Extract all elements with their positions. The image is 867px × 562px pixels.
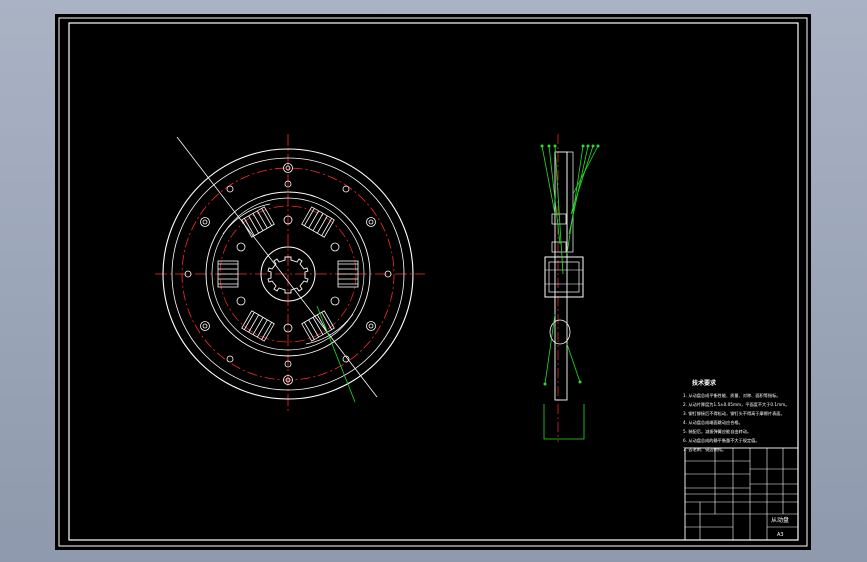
- rivet-hole: [200, 321, 210, 331]
- leader-line: [570, 145, 594, 215]
- rivet-hole: [366, 217, 376, 227]
- leader-line: [316, 305, 356, 403]
- callout-dot: [543, 382, 547, 386]
- rivet-hole: [342, 185, 350, 193]
- rivet-hole: [366, 321, 376, 331]
- rivet-hole: [368, 323, 374, 329]
- friction-lining: [566, 151, 574, 253]
- tech-req-title: 技术要求: [692, 379, 717, 387]
- callout-leaders: [541, 145, 599, 440]
- drawing-frame: [68, 22, 799, 541]
- disc-plate: [554, 151, 568, 401]
- hub-rivet: [330, 242, 340, 252]
- spring-window: [217, 260, 239, 288]
- callout-dot: [540, 144, 544, 148]
- leader-line: [566, 145, 584, 255]
- tech-req-line: 6. 从动盘总成的静平衡量不大于规定值。: [683, 437, 760, 444]
- spring-window: [301, 206, 335, 238]
- callout-dot: [586, 144, 590, 148]
- tech-req-line: 5. 装配后，减振弹簧应能自由转动。: [683, 428, 751, 435]
- callout-dot: [591, 144, 595, 148]
- callout-dot: [596, 144, 600, 148]
- rivet-hole: [202, 323, 208, 329]
- tech-req-line: 3. 铆钉铆接后不得松动，铆钉头不得高于摩擦片表面。: [683, 410, 785, 417]
- technical-requirements: 技术要求 1. 从动盘总成平衡性能、质量、对称、面积等指标。 2. 从动片厚度为…: [683, 379, 789, 453]
- rivet-hole: [368, 219, 374, 225]
- tech-req-line: 7. 去毛刺、锐边倒钝。: [683, 446, 726, 453]
- callout-dot: [581, 144, 585, 148]
- rivet-hole: [226, 185, 234, 193]
- sheet-size: A3: [777, 532, 784, 538]
- tech-req-line: 1. 从动盘总成平衡性能、质量、对称、面积等指标。: [683, 392, 780, 399]
- spring-window: [241, 310, 275, 342]
- section-line: [176, 136, 378, 398]
- title-block: [684, 447, 799, 541]
- tech-req-line: 2. 从动片厚度为1.5±0.05mm，平面度不大于0.1mm。: [683, 401, 789, 408]
- front-view-clutch-disc: [155, 134, 425, 414]
- rivet-hole: [202, 219, 208, 225]
- rivet-hole: [200, 217, 210, 227]
- cad-drawing: 技术要求 1. 从动盘总成平衡性能、质量、对称、面积等指标。 2. 从动片厚度为…: [58, 17, 808, 547]
- arc-slot: [305, 313, 354, 345]
- spring-window: [337, 260, 359, 288]
- hub-section: [544, 256, 584, 298]
- spring-window: [241, 206, 275, 238]
- arc-slot: [222, 203, 271, 235]
- callout-dot: [578, 380, 582, 384]
- callout-dot: [547, 144, 551, 148]
- outer-border: [58, 17, 808, 547]
- dimension-line: [543, 404, 585, 440]
- cad-viewport[interactable]: 技术要求 1. 从动盘总成平衡性能、质量、对称、面积等指标。 2. 从动片厚度为…: [55, 14, 811, 550]
- part-name: 从动盘: [771, 516, 789, 524]
- hub-rivet: [236, 242, 246, 252]
- rivet-section: [551, 241, 567, 253]
- hub-rivet: [236, 296, 246, 306]
- leader-line: [566, 343, 581, 383]
- hub-bore: [548, 261, 580, 293]
- leader-line: [544, 313, 556, 385]
- callout-dot: [553, 144, 557, 148]
- tech-req-line: 4. 从动盘总成端面跳动应合格。: [683, 419, 743, 426]
- leader-line: [572, 145, 599, 195]
- rivet-hole: [226, 355, 234, 363]
- side-section-view: [540, 134, 600, 442]
- hub-rivet: [330, 296, 340, 306]
